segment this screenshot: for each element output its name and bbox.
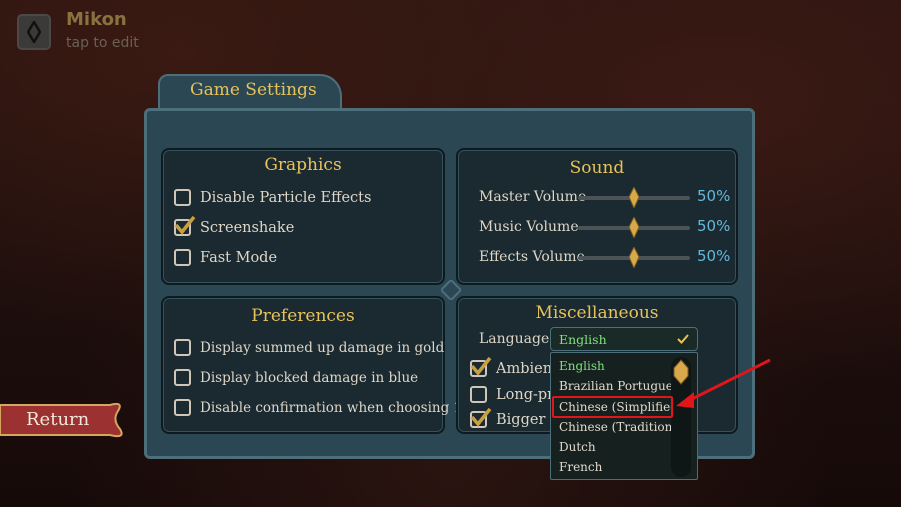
music-volume-label: Music Volume: [479, 219, 579, 235]
effects-volume-value: 50%: [697, 247, 731, 265]
checkmark-icon: [174, 215, 196, 235]
language-label: Language:: [479, 331, 554, 347]
profile-avatar[interactable]: [17, 14, 51, 50]
slider-knob-icon[interactable]: [629, 247, 639, 268]
option-label: Screenshake: [200, 219, 295, 236]
checkbox-checked[interactable]: [174, 215, 196, 236]
sound-title: Sound: [569, 158, 625, 178]
checkmark-icon: [470, 356, 492, 376]
option-long-press[interactable]: Long-pr: [470, 386, 554, 403]
profile-name[interactable]: Mikon: [66, 9, 127, 30]
slider-knob-icon[interactable]: [629, 217, 639, 238]
checkmark-icon: [677, 334, 689, 344]
checkbox[interactable]: [174, 399, 191, 416]
option-label: Display summed up damage in gold: [200, 339, 445, 356]
effects-volume-slider[interactable]: [578, 247, 690, 268]
checkbox[interactable]: [174, 369, 191, 386]
option-bigger-text[interactable]: Bigger T: [470, 407, 560, 428]
music-volume-slider[interactable]: [578, 217, 690, 238]
option-screenshake[interactable]: Screenshake: [174, 215, 295, 236]
checkbox[interactable]: [174, 189, 191, 206]
checkmark-icon: [470, 407, 492, 427]
return-button[interactable]: Return: [26, 409, 89, 430]
rune-icon: [27, 21, 41, 43]
option-label: Long-pr: [496, 386, 555, 403]
preferences-title: Preferences: [251, 306, 355, 326]
graphics-title: Graphics: [264, 155, 342, 175]
master-volume-label: Master Volume: [479, 189, 587, 205]
option-disable-confirmation[interactable]: Disable confirmation when choosing 1 car…: [174, 399, 497, 416]
slider-knob-icon[interactable]: [629, 187, 639, 208]
music-volume-value: 50%: [697, 217, 731, 235]
checkbox[interactable]: [174, 339, 191, 356]
profile-edit-hint[interactable]: tap to edit: [66, 35, 139, 51]
annotation-arrow-icon: [676, 358, 771, 408]
checkbox-checked[interactable]: [470, 356, 492, 377]
option-label: Ambient: [496, 360, 558, 377]
language-option-chinese-traditional[interactable]: Chinese (Traditional): [559, 420, 688, 434]
master-volume-slider[interactable]: [578, 187, 690, 208]
option-blocked-damage[interactable]: Display blocked damage in blue: [174, 369, 418, 386]
option-label: Disable confirmation when choosing 1 car…: [200, 399, 498, 416]
option-fast-mode[interactable]: Fast Mode: [174, 249, 277, 266]
language-selected-value: English: [559, 332, 607, 347]
option-ambient[interactable]: Ambient: [470, 356, 558, 377]
highlight-box: [552, 396, 673, 418]
option-label: Disable Particle Effects: [200, 189, 372, 206]
misc-title: Miscellaneous: [535, 303, 659, 323]
option-label: Fast Mode: [200, 249, 278, 266]
checkbox[interactable]: [174, 249, 191, 266]
checkbox[interactable]: [470, 386, 487, 403]
master-volume-value: 50%: [697, 187, 731, 205]
language-option-dutch[interactable]: Dutch: [559, 440, 596, 454]
option-disable-particles[interactable]: Disable Particle Effects: [174, 189, 371, 206]
language-option-french[interactable]: French: [559, 460, 602, 474]
language-option-english[interactable]: English: [559, 359, 605, 373]
option-summed-damage[interactable]: Display summed up damage in gold: [174, 339, 444, 356]
language-option-brazilian-portuguese[interactable]: Brazilian Portuguese: [559, 379, 686, 393]
option-label: Display blocked damage in blue: [200, 369, 419, 386]
effects-volume-label: Effects Volume: [479, 249, 585, 265]
language-select[interactable]: English: [550, 327, 698, 351]
checkbox-checked[interactable]: [470, 407, 492, 428]
